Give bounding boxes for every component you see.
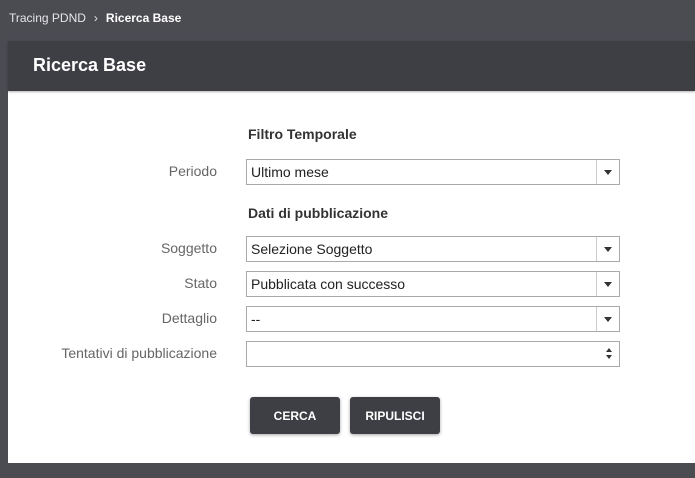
- dettaglio-select-arrow[interactable]: [596, 307, 619, 331]
- search-panel: Ricerca Base Filtro Temporale Periodo Ul…: [8, 41, 695, 463]
- spinner-down-icon[interactable]: [606, 355, 612, 359]
- periodo-select-arrow[interactable]: [596, 160, 619, 184]
- section-title-filtro-temporale: Filtro Temporale: [248, 126, 357, 142]
- tentativi-number-input[interactable]: [246, 341, 620, 367]
- stato-select-arrow[interactable]: [596, 272, 619, 296]
- stato-label: Stato: [184, 275, 217, 291]
- spinner-icon[interactable]: [605, 348, 613, 360]
- reset-button[interactable]: RIPULISCI: [350, 397, 440, 434]
- dettaglio-select-value: --: [251, 311, 261, 327]
- dettaglio-select[interactable]: --: [246, 306, 620, 332]
- soggetto-select[interactable]: Selezione Soggetto: [246, 236, 620, 262]
- soggetto-label: Soggetto: [160, 240, 217, 256]
- stato-select[interactable]: Pubblicata con successo: [246, 271, 620, 297]
- soggetto-select-arrow[interactable]: [596, 237, 619, 261]
- breadcrumb: Tracing PDND › Ricerca Base: [9, 0, 181, 36]
- stato-select-value: Pubblicata con successo: [251, 276, 406, 292]
- caret-down-icon: [604, 170, 612, 175]
- caret-down-icon: [604, 317, 612, 322]
- chevron-right-icon: ›: [93, 11, 98, 25]
- tentativi-label: Tentativi di pubblicazione: [61, 345, 217, 361]
- breadcrumb-link-tracing-pdnd[interactable]: Tracing PDND: [9, 11, 86, 25]
- breadcrumb-current: Ricerca Base: [105, 11, 182, 25]
- dettaglio-label: Dettaglio: [161, 310, 217, 326]
- caret-down-icon: [604, 247, 612, 252]
- search-button[interactable]: CERCA: [250, 397, 340, 434]
- caret-down-icon: [604, 282, 612, 287]
- soggetto-select-value: Selezione Soggetto: [251, 241, 373, 257]
- periodo-label: Periodo: [168, 163, 217, 179]
- page-title: Ricerca Base: [33, 55, 147, 75]
- section-title-dati-pubblicazione: Dati di pubblicazione: [248, 205, 389, 221]
- panel-header: Ricerca Base: [8, 41, 695, 91]
- periodo-select[interactable]: Ultimo mese: [246, 159, 620, 185]
- spinner-up-icon[interactable]: [606, 348, 612, 352]
- periodo-select-value: Ultimo mese: [251, 164, 329, 180]
